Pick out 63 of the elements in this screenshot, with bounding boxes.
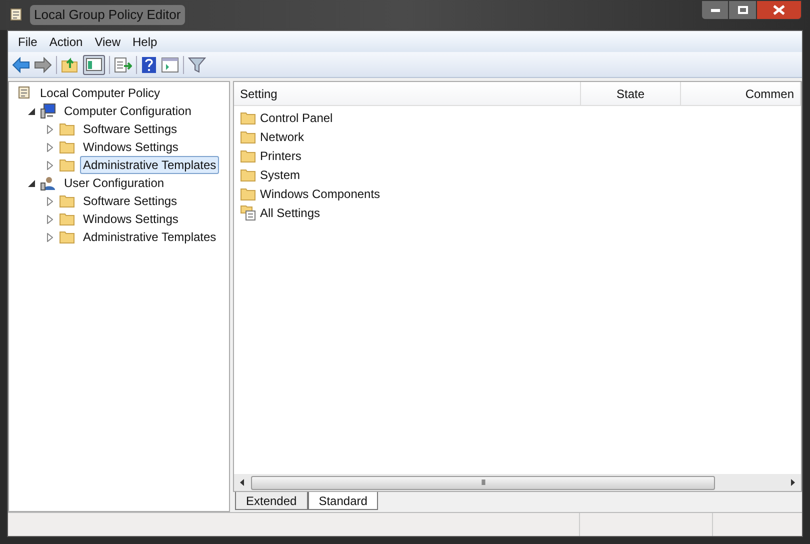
tree-item[interactable]: Local Computer Policy	[37, 84, 164, 102]
list-item[interactable]: Windows Components	[260, 184, 380, 202]
collapsed-arrow-icon[interactable]	[44, 214, 56, 224]
filter-icon[interactable]	[188, 56, 206, 72]
export-list-icon[interactable]	[114, 56, 132, 72]
scroll-thumb[interactable]: III	[251, 476, 715, 490]
forward-arrow-icon[interactable]	[34, 56, 52, 72]
folder-icon	[59, 140, 75, 154]
menu-item[interactable]: File	[12, 32, 44, 50]
menu-item[interactable]: Action	[43, 32, 89, 50]
maximize-icon	[738, 6, 748, 14]
list-item[interactable]: Network	[260, 128, 304, 146]
folder-icon	[59, 212, 75, 226]
folder-icon	[240, 110, 256, 124]
folder-icon	[240, 130, 256, 144]
window-title: Local Group Policy Editor	[30, 5, 185, 25]
tree-item[interactable]: Administrative Templates	[80, 228, 220, 246]
panel-view-icon[interactable]	[161, 56, 179, 72]
tree-item[interactable]: Software Settings	[80, 192, 180, 210]
collapsed-arrow-icon[interactable]	[44, 124, 56, 134]
close-icon	[773, 5, 785, 15]
horizontal-scrollbar[interactable]: III	[234, 474, 801, 491]
tree-item[interactable]: User Configuration	[61, 174, 168, 192]
folder-icon	[240, 186, 256, 200]
list-item[interactable]: All Settings	[260, 204, 320, 222]
collapsed-arrow-icon[interactable]	[44, 232, 56, 242]
menu-item[interactable]: Help	[126, 32, 164, 50]
collapsed-arrow-icon[interactable]	[44, 196, 56, 206]
back-arrow-icon[interactable]	[12, 56, 30, 72]
folder-icon	[59, 230, 75, 244]
folder-icon	[59, 122, 75, 136]
folder-icon	[59, 158, 75, 172]
view-tab[interactable]: Standard	[308, 492, 378, 510]
minimize-button[interactable]	[701, 0, 729, 20]
settings-list-icon	[240, 204, 256, 220]
tree-item[interactable]: Computer Configuration	[61, 102, 194, 120]
list-item[interactable]: Control Panel	[260, 108, 333, 126]
collapsed-arrow-icon[interactable]	[44, 160, 56, 170]
computer-icon	[40, 103, 56, 119]
menu-item[interactable]: View	[88, 32, 126, 50]
column-header[interactable]: Setting	[234, 82, 581, 105]
view-tab[interactable]: Extended	[235, 492, 308, 510]
collapsed-arrow-icon[interactable]	[44, 142, 56, 152]
help-icon[interactable]	[141, 56, 157, 74]
folder-icon	[59, 194, 75, 208]
tree-item[interactable]: Administrative Templates	[80, 156, 220, 174]
show-tree-button[interactable]	[83, 54, 105, 74]
close-button[interactable]	[756, 0, 802, 20]
column-header[interactable]: State	[581, 82, 681, 105]
list-item[interactable]: System	[260, 166, 300, 184]
minimize-icon	[710, 8, 720, 12]
scroll-icon	[8, 7, 24, 23]
folder-up-icon[interactable]	[61, 56, 79, 72]
user-icon	[40, 175, 56, 191]
maximize-button[interactable]	[729, 0, 756, 20]
list-item[interactable]: Printers	[260, 146, 302, 164]
tree-item[interactable]: Software Settings	[80, 120, 180, 138]
folder-icon	[240, 168, 256, 182]
tree-item[interactable]: Windows Settings	[80, 138, 182, 156]
tree-item[interactable]: Windows Settings	[80, 210, 182, 228]
column-header[interactable]: Commen	[681, 82, 801, 105]
scroll-icon	[16, 85, 32, 101]
folder-icon	[240, 148, 256, 162]
